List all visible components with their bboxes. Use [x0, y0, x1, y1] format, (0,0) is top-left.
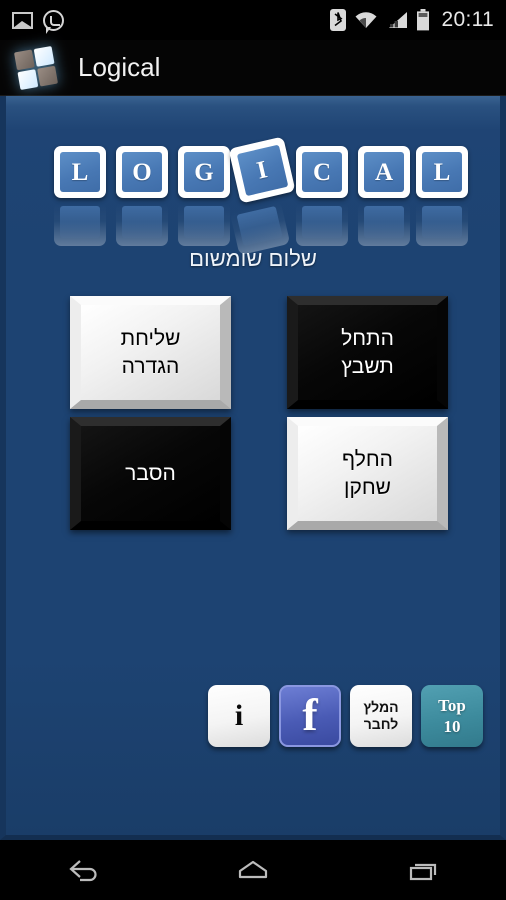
info-icon: i: [234, 699, 244, 732]
switch-player-line1: החלף: [342, 447, 393, 471]
recommend-line1: המלץ: [363, 698, 399, 715]
back-button[interactable]: [39, 847, 129, 893]
logo-tile-letter: L: [433, 158, 451, 186]
logo-tile-reflection: [416, 202, 468, 246]
bluetooth-icon: [329, 9, 346, 31]
facebook-button[interactable]: f: [279, 685, 341, 747]
phone-screen: 20:11 Logical L O G I C A L שלום שומשום שליחת …: [0, 0, 506, 900]
status-bar: 20:11: [0, 0, 506, 40]
battery-icon: [416, 9, 430, 31]
logo-tile-i-3: I: [228, 136, 296, 204]
recents-icon: [409, 863, 436, 881]
start-crossword-button[interactable]: התחל תשבץ: [287, 296, 448, 409]
send-config-line2: הגדרה: [121, 354, 180, 378]
wifi-icon: [354, 11, 378, 29]
facebook-icon: f: [302, 688, 318, 740]
start-crossword-line2: תשבץ: [341, 354, 394, 378]
logical-app-icon: [11, 42, 62, 93]
recommend-to-friend-button[interactable]: המלץ לחבר: [350, 685, 412, 747]
logo-tile-letter: G: [194, 158, 214, 186]
logical-logo: LOGICAL: [6, 136, 500, 256]
recommend-line2: לחבר: [363, 716, 399, 732]
signal-icon: [386, 11, 408, 29]
top10-button[interactable]: Top 10: [421, 685, 483, 747]
top10-line1: Top: [438, 695, 466, 715]
logo-tile-reflection: [116, 202, 168, 246]
logo-tile-g-2: G: [178, 146, 230, 198]
send-config-button[interactable]: שליחת הגדרה: [70, 296, 231, 409]
status-bar-clock: 20:11: [441, 8, 494, 31]
recents-button[interactable]: [377, 847, 467, 893]
gallery-icon: [12, 11, 33, 29]
status-bar-notifications: [12, 9, 64, 34]
logo-tile-c-4: C: [296, 146, 348, 198]
logo-tile-letter: L: [71, 158, 89, 186]
utility-buttons: i f המלץ לחבר Top 10: [6, 676, 500, 756]
send-config-line1: שליחת: [120, 326, 181, 350]
back-icon: [69, 860, 97, 882]
logo-tile-a-5: A: [358, 146, 410, 198]
app-title: Logical: [78, 52, 161, 82]
logo-tile-l-0: L: [54, 146, 106, 198]
action-bar: Logical: [0, 40, 506, 96]
greeting-text: שלום שומשום: [189, 246, 317, 271]
app-content: L O G I C A L שלום שומשום שליחת הגדרה התחל תשב…: [0, 96, 506, 840]
main-menu-buttons: שליחת הגדרה התחל תשבץ הסבר החלף שחקן: [6, 296, 500, 536]
whatsapp-icon: [43, 9, 64, 34]
logo-tile-reflection: [54, 202, 106, 246]
logo-tile-reflection: [358, 202, 410, 246]
start-crossword-line1: התחל: [341, 326, 394, 350]
status-bar-system: 20:11: [329, 8, 495, 32]
logo-tile-o-1: O: [116, 146, 168, 198]
logo-tile-letter: I: [254, 155, 270, 185]
logo-tile-letter: A: [374, 158, 394, 186]
switch-player-button[interactable]: החלף שחקן: [287, 417, 448, 530]
logo-tile-letter: O: [132, 158, 152, 186]
switch-player-line2: שחקן: [344, 475, 391, 499]
info-button[interactable]: i: [208, 685, 270, 747]
top10-line2: 10: [443, 717, 461, 736]
logo-tile-l-6: L: [416, 146, 468, 198]
explain-label: הסבר: [125, 461, 176, 485]
explain-button[interactable]: הסבר: [70, 417, 231, 530]
home-button[interactable]: [208, 847, 298, 893]
logo-tile-reflection: [296, 202, 348, 246]
android-nav-bar: [0, 840, 506, 900]
home-icon: [238, 860, 268, 879]
logo-tile-reflection: [178, 202, 230, 246]
logo-tile-letter: C: [312, 158, 332, 186]
